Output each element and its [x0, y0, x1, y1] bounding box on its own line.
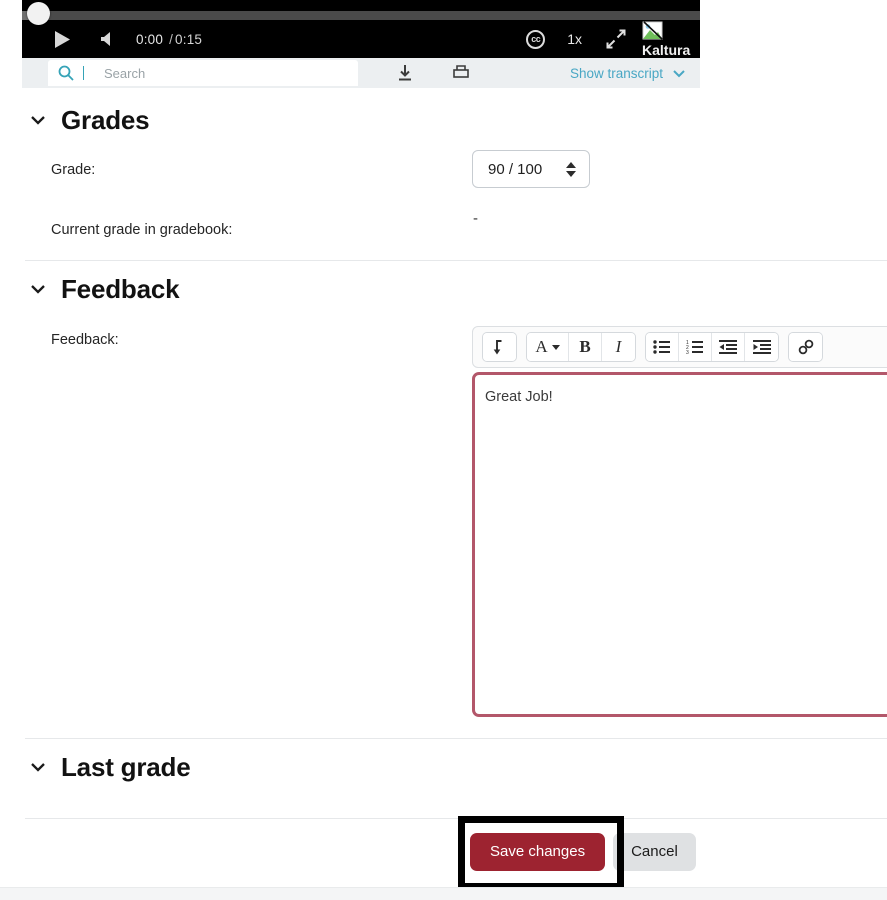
- grade-input[interactable]: 90 / 100: [472, 150, 590, 188]
- time-display: 0:00 /0:15: [136, 32, 202, 47]
- numbered-list-icon[interactable]: 1 2 3: [679, 333, 712, 361]
- feedback-editor[interactable]: Great Job!: [472, 372, 887, 717]
- grades-section-title: Grades: [61, 105, 150, 135]
- search-placeholder: Search: [104, 65, 146, 81]
- increase-indent-icon[interactable]: [745, 333, 778, 361]
- stepper-up-icon[interactable]: [566, 161, 576, 168]
- seek-bar-track[interactable]: [22, 11, 700, 20]
- playback-speed-button[interactable]: 1x: [567, 31, 582, 47]
- kaltura-video-player[interactable]: 0:00 /0:15 cc 1x Kaltura Search Show tran…: [22, 0, 700, 88]
- chevron-down-icon: [672, 66, 686, 80]
- feedback-section-title: Feedback: [61, 274, 180, 304]
- volume-button[interactable]: [90, 24, 124, 54]
- feedback-label: Feedback:: [51, 332, 119, 348]
- chevron-down-icon: [30, 759, 46, 775]
- total-time: 0:15: [175, 31, 203, 47]
- fullscreen-icon[interactable]: [606, 29, 626, 49]
- save-changes-button[interactable]: Save changes: [470, 833, 606, 871]
- player-right-controls: cc 1x Kaltura: [526, 20, 700, 58]
- grading-page: 0:00 /0:15 cc 1x Kaltura Search Show tran…: [0, 0, 887, 900]
- decrease-indent-icon[interactable]: [712, 333, 745, 361]
- grade-label: Grade:: [51, 162, 96, 178]
- section-divider: [25, 260, 887, 261]
- toolbar-group-link: [788, 332, 823, 362]
- show-transcript-label: Show transcript: [569, 65, 663, 81]
- text-caret: [83, 66, 84, 80]
- italic-icon[interactable]: I: [602, 333, 635, 361]
- chevron-down-icon: [30, 112, 46, 128]
- font-style-icon[interactable]: A: [527, 333, 569, 361]
- font-style-glyph: A: [535, 337, 548, 356]
- toolbar-group-expand: [482, 332, 517, 362]
- section-divider: [25, 738, 887, 739]
- grade-value: 90 / 100: [488, 160, 543, 178]
- stepper-down-icon[interactable]: [566, 170, 576, 177]
- transcript-search-strip: Search Show transcript: [22, 58, 700, 88]
- section-divider: [25, 818, 887, 819]
- grades-section-header[interactable]: Grades: [30, 105, 150, 135]
- kaltura-logo[interactable]: Kaltura: [642, 20, 700, 58]
- download-icon[interactable]: [396, 64, 414, 82]
- play-button[interactable]: [42, 24, 82, 54]
- page-footer: [0, 887, 887, 900]
- kaltura-logo-text: Kaltura: [642, 42, 691, 58]
- feedback-section-header[interactable]: Feedback: [30, 274, 180, 304]
- toolbar-group-lists: 1 2 3: [645, 332, 779, 362]
- last-grade-section-header[interactable]: Last grade: [30, 753, 191, 781]
- bullet-list-icon[interactable]: [646, 333, 679, 361]
- svg-text:3: 3: [686, 350, 689, 354]
- current-time: 0:00: [136, 31, 164, 47]
- bold-icon[interactable]: B: [569, 333, 602, 361]
- time-separator: /: [169, 31, 174, 47]
- show-transcript-button[interactable]: Show transcript: [570, 66, 700, 81]
- broken-image-icon: [642, 20, 664, 42]
- current-grade-label: Current grade in gradebook:: [51, 222, 233, 238]
- player-controls-row: 0:00 /0:15 cc 1x Kaltura: [22, 20, 700, 58]
- rich-text-toolbar: A B I 1 2 3: [472, 326, 887, 368]
- bold-glyph: B: [579, 337, 591, 356]
- link-icon[interactable]: [789, 333, 822, 361]
- last-grade-section-title: Last grade: [61, 752, 191, 782]
- italic-glyph: I: [615, 337, 622, 356]
- chevron-down-icon: [30, 281, 46, 297]
- cc-icon[interactable]: cc: [526, 29, 546, 49]
- current-grade-value: -: [473, 210, 478, 227]
- search-input[interactable]: Search: [48, 60, 358, 86]
- chevron-down-icon: [551, 344, 560, 350]
- form-action-buttons: Save changes Cancel: [470, 833, 696, 871]
- cancel-button[interactable]: Cancel: [613, 833, 696, 871]
- search-icon: [58, 65, 74, 81]
- print-icon[interactable]: [452, 64, 470, 82]
- grade-stepper[interactable]: [566, 161, 576, 177]
- toolbar-group-text: A B I: [526, 332, 636, 362]
- player-control-bar: 0:00 /0:15 cc 1x Kaltura: [22, 0, 700, 58]
- expand-toolbar-icon[interactable]: [483, 333, 516, 361]
- feedback-editor-content: Great Job!: [485, 389, 553, 405]
